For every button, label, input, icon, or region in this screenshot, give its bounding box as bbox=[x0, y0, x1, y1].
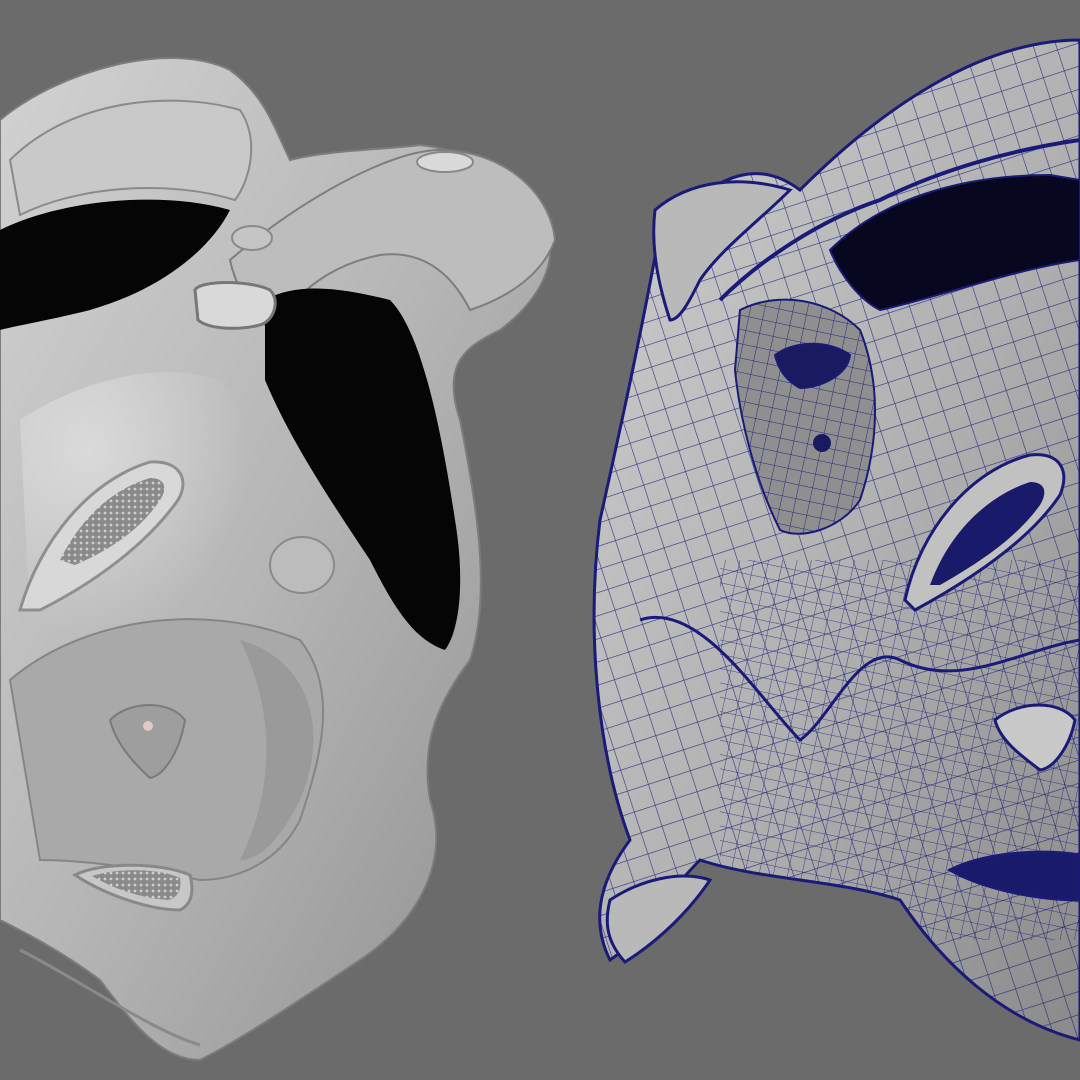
shaded-buckle bbox=[193, 281, 277, 330]
shaded-side-bolt bbox=[269, 536, 335, 594]
wireframe-eye-bolt bbox=[813, 434, 831, 452]
viewport-3d[interactable] bbox=[0, 0, 1080, 1080]
scene-canvas bbox=[0, 0, 1080, 1080]
shaded-temple-bolt bbox=[231, 225, 273, 251]
shaded-top-button bbox=[416, 151, 474, 173]
shaded-nose-light bbox=[143, 721, 153, 731]
